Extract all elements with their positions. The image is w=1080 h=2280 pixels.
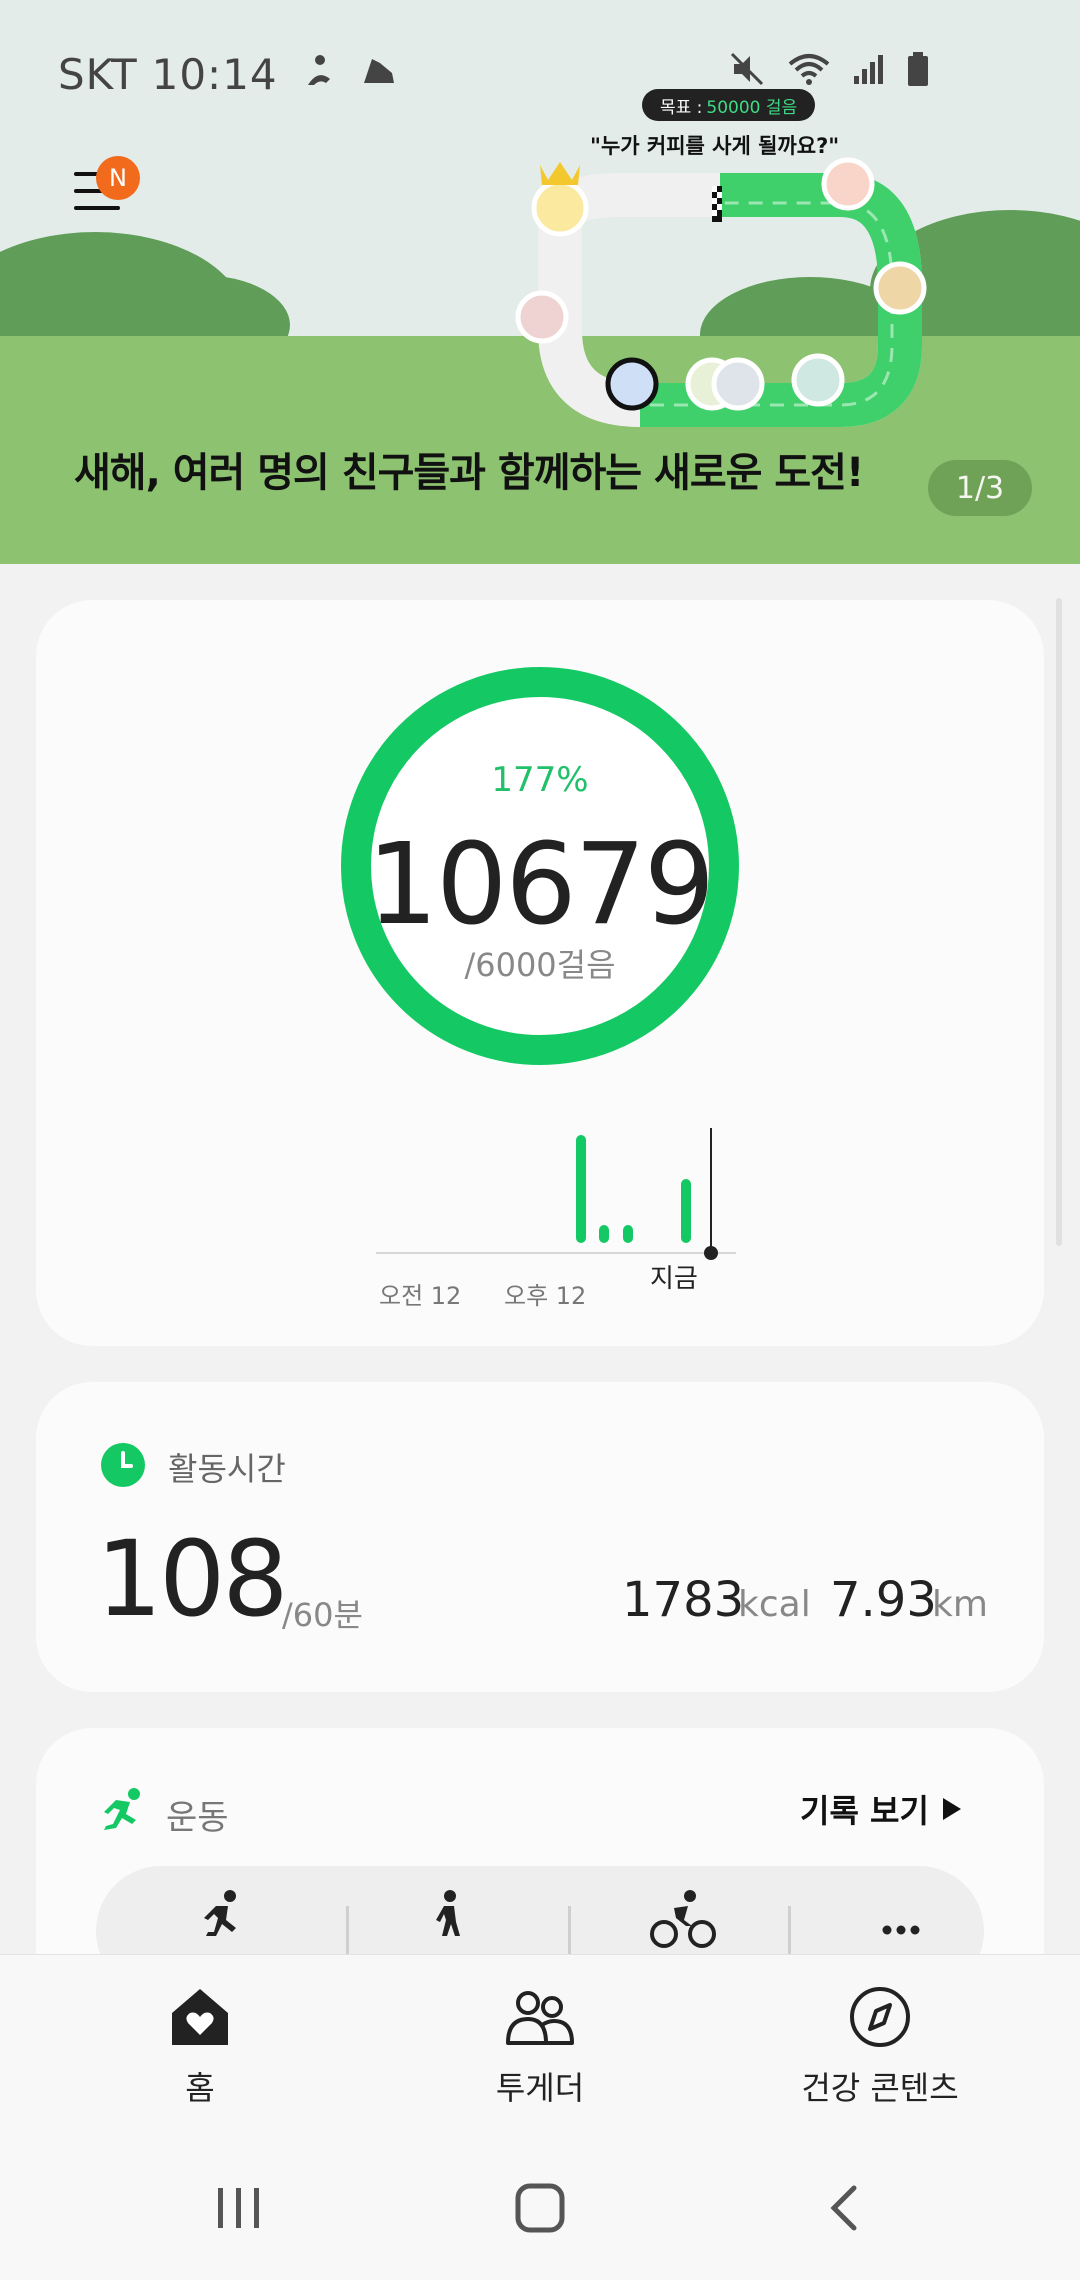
divider — [568, 1906, 571, 1958]
nav-discover-label: 건강 콘텐츠 — [801, 2069, 959, 2107]
activity-minutes: 108 — [96, 1518, 289, 1640]
banner-pager: 1/3 — [928, 460, 1032, 516]
activity-time-card[interactable]: 활동시간 108 /60분 1783 kcal 7.93 km — [36, 1382, 1044, 1692]
steps-count: 10679 — [366, 820, 715, 950]
calories-unit: kcal — [738, 1584, 811, 1625]
system-navigation-bar — [0, 2144, 1080, 2280]
cycling-icon[interactable] — [648, 1886, 718, 1956]
divider — [346, 1906, 349, 1958]
scrollbar[interactable] — [1056, 598, 1062, 1246]
exercise-title: 운동 — [166, 1798, 229, 1838]
bottom-navigation: 홈 투게더 건강 콘텐츠 — [0, 1954, 1080, 2145]
goal-prefix: 목표 : — [660, 97, 703, 118]
banner-title: 새해, 여러 명의 친구들과 함께하는 새로운 도전! — [74, 450, 864, 496]
steps-card[interactable]: 177% 10679 /6000걸음 오전 12 오후 12 지금 — [36, 600, 1044, 1346]
home-button-icon[interactable] — [512, 2180, 568, 2236]
divider — [788, 1906, 791, 1958]
view-records-label: 기록 보기 — [800, 1792, 929, 1830]
chart-label-pm: 오후 12 — [504, 1282, 587, 1310]
walking-icon[interactable] — [414, 1886, 484, 1956]
exercise-running-icon — [104, 1788, 140, 1830]
nav-together[interactable]: 투게더 — [390, 1985, 690, 2109]
shoe-notification-icon — [358, 50, 398, 99]
status-icons — [728, 50, 930, 88]
chart-label-now: 지금 — [650, 1264, 698, 1294]
now-marker-dot — [704, 1246, 718, 1260]
calories-value: 1783 — [622, 1572, 745, 1628]
home-heart-icon — [172, 1989, 228, 2045]
nav-home[interactable]: 홈 — [50, 1985, 350, 2109]
challenge-goal-pill: 목표 : 50000 걸음 — [642, 89, 816, 121]
chart-label-am: 오전 12 — [379, 1282, 462, 1310]
activity-title: 활동시간 — [168, 1450, 286, 1488]
goal-value: 50000 걸음 — [706, 97, 798, 118]
steps-goal: /6000걸음 — [464, 946, 616, 984]
play-arrow-icon — [942, 1798, 961, 1820]
compass-icon — [850, 1987, 910, 2047]
view-records-link[interactable]: 기록 보기 — [800, 1786, 963, 1832]
clock-label: 10:14 — [151, 49, 278, 99]
steps-percentage: 177% — [491, 760, 589, 800]
new-notification-badge: N — [96, 156, 140, 200]
wifi-icon — [788, 54, 830, 85]
mute-icon — [730, 52, 764, 86]
back-icon[interactable] — [824, 2180, 864, 2236]
clock-icon — [101, 1443, 145, 1487]
status-bar: SKT 10:14 — [58, 44, 398, 104]
distance-unit: km — [932, 1584, 988, 1625]
activity-goal: /60분 — [282, 1596, 363, 1634]
more-icon[interactable] — [866, 1886, 936, 1956]
challenge-quote: "누가 커피를 사게 될까요?" — [590, 134, 840, 158]
nav-home-label: 홈 — [185, 2069, 215, 2107]
running-icon[interactable] — [188, 1886, 258, 1956]
carrier-label: SKT — [58, 49, 138, 99]
signal-icon — [854, 55, 883, 84]
nav-discover[interactable]: 건강 콘텐츠 — [730, 1985, 1030, 2109]
challenge-banner[interactable]: SKT 10:14 N 목표 : 50000 걸음 "누가 커피를 사게 될까요… — [0, 0, 1080, 564]
fitness-notification-icon — [300, 50, 336, 99]
people-icon — [506, 1991, 574, 2045]
battery-icon — [908, 52, 928, 86]
distance-value: 7.93 — [830, 1572, 937, 1628]
recent-apps-icon[interactable] — [214, 2180, 266, 2236]
nav-together-label: 투게더 — [495, 2069, 585, 2107]
